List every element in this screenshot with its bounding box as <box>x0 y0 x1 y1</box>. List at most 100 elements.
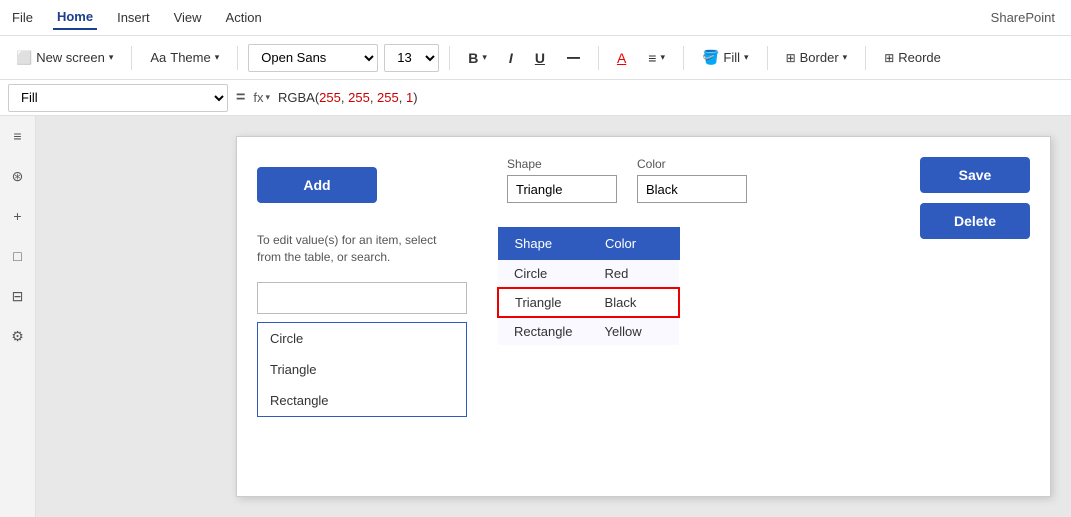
chevron-down-icon-6: ▾ <box>843 52 848 63</box>
font-size-select[interactable]: 13 <box>384 44 439 72</box>
chevron-down-icon: ▾ <box>109 52 114 63</box>
separator-7 <box>865 46 866 70</box>
data-table: Shape Color Circle Red Triangle Black Re… <box>497 227 680 345</box>
table-header-shape: Shape <box>498 228 589 260</box>
theme-icon: Aа <box>150 50 166 65</box>
formula-value: RGBA(255, 255, 255, 1) <box>278 90 418 105</box>
formula-property-select[interactable]: Fill <box>8 84 228 112</box>
sharepoint-label: SharePoint <box>991 10 1063 25</box>
form-area: Shape Color <box>507 157 747 203</box>
sidebar-add-icon[interactable]: + <box>6 204 30 228</box>
chevron-down-icon-7: ▾ <box>265 92 270 103</box>
menubar: File Home Insert View Action SharePoint <box>0 0 1071 36</box>
table-cell-color-selected: Black <box>589 288 680 317</box>
rgba-g: 255 <box>348 90 370 105</box>
separator-2 <box>237 46 238 70</box>
menu-home[interactable]: Home <box>53 5 97 30</box>
chevron-down-icon-5: ▾ <box>744 52 749 63</box>
table-header-color: Color <box>589 228 680 260</box>
align-button[interactable]: ≡ ▾ <box>640 46 673 70</box>
shape-form-group: Shape <box>507 157 617 203</box>
sidebar-settings-icon[interactable]: ⚙ <box>6 324 30 348</box>
fill-button[interactable]: 🪣 Fill ▾ <box>694 45 757 70</box>
separator-5 <box>683 46 684 70</box>
chevron-down-icon-4: ▾ <box>660 52 665 63</box>
strikethrough-button[interactable]: — <box>559 46 588 69</box>
separator-4 <box>598 46 599 70</box>
fill-label: Fill <box>723 50 740 65</box>
list-item-triangle[interactable]: Triangle <box>258 354 466 385</box>
underline-button[interactable]: U <box>527 46 553 70</box>
menu-insert[interactable]: Insert <box>113 6 154 29</box>
menu-file[interactable]: File <box>8 6 37 29</box>
bold-label: B <box>468 50 478 66</box>
chevron-down-icon-2: ▾ <box>215 52 220 63</box>
table-cell-color: Red <box>589 260 680 289</box>
font-select[interactable]: Open Sans <box>248 44 378 72</box>
border-label: Border <box>800 50 839 65</box>
theme-label: Theme <box>170 50 210 65</box>
rgba-r: 255 <box>319 90 341 105</box>
table-row[interactable]: Circle Red <box>498 260 679 289</box>
app-canvas: Add Shape Color Save Delete To edit val <box>236 136 1051 497</box>
sidebar-media-icon[interactable]: ⊟ <box>6 284 30 308</box>
border-button[interactable]: ⊞ Border ▾ <box>778 46 856 69</box>
fx-label: fx ▾ <box>253 90 270 105</box>
color-input[interactable] <box>637 175 747 203</box>
table-row[interactable]: Rectangle Yellow <box>498 317 679 345</box>
reorder-label: Reorde <box>898 50 941 65</box>
sidebar-layers-icon[interactable]: ⊛ <box>6 164 30 188</box>
list-item-circle[interactable]: Circle <box>258 323 466 354</box>
color-label: Color <box>637 157 747 171</box>
dropdown-list: Circle Triangle Rectangle <box>257 322 467 417</box>
font-color-button[interactable]: A <box>609 46 634 70</box>
sidebar-data-icon[interactable]: □ <box>6 244 30 268</box>
bold-button[interactable]: B ▾ <box>460 46 495 70</box>
rgba-a: 1 <box>406 90 413 105</box>
search-input[interactable] <box>257 282 467 314</box>
new-screen-button[interactable]: ⬜ New screen ▾ <box>8 46 121 70</box>
list-item-rectangle[interactable]: Rectangle <box>258 385 466 416</box>
reorder-icon: ⊞ <box>884 51 894 65</box>
menu-view[interactable]: View <box>170 6 206 29</box>
delete-button[interactable]: Delete <box>920 203 1030 239</box>
toolbar: ⬜ New screen ▾ Aа Theme ▾ Open Sans 13 B… <box>0 36 1071 80</box>
border-icon: ⊞ <box>786 51 796 65</box>
action-buttons: Save Delete <box>920 157 1030 239</box>
underline-label: U <box>535 50 545 66</box>
instruction-text: To edit value(s) for an item, select fro… <box>257 232 457 266</box>
chevron-down-icon-3: ▾ <box>482 52 487 63</box>
new-screen-icon: ⬜ <box>16 50 32 66</box>
menu-action[interactable]: Action <box>222 6 266 29</box>
formula-bar: Fill = fx ▾ RGBA(255, 255, 255, 1) <box>0 80 1071 116</box>
new-screen-label: New screen <box>36 50 105 65</box>
separator-1 <box>131 46 132 70</box>
instruction-line1: To edit value(s) for an item, select <box>257 233 436 247</box>
table-row-selected[interactable]: Triangle Black <box>498 288 679 317</box>
menubar-left: File Home Insert View Action <box>8 5 266 30</box>
shape-input[interactable] <box>507 175 617 203</box>
app-content: Add Shape Color Save Delete To edit val <box>237 137 1050 496</box>
table-cell-shape: Circle <box>498 260 589 289</box>
italic-label: I <box>509 50 513 66</box>
fx-text: fx <box>253 90 263 105</box>
instruction-line2: from the table, or search. <box>257 250 390 264</box>
sidebar-hamburger-icon[interactable]: ≡ <box>6 124 30 148</box>
table-cell-color-3: Yellow <box>589 317 680 345</box>
separator-6 <box>767 46 768 70</box>
equals-sign: = <box>236 89 245 107</box>
table-cell-shape-selected: Triangle <box>498 288 589 317</box>
rgba-b: 255 <box>377 90 399 105</box>
fill-icon: 🪣 <box>702 49 719 66</box>
font-color-icon: A <box>617 50 626 66</box>
italic-button[interactable]: I <box>501 46 521 70</box>
align-icon: ≡ <box>648 50 656 66</box>
canvas-area: Add Shape Color Save Delete To edit val <box>36 116 1071 517</box>
add-button[interactable]: Add <box>257 167 377 203</box>
separator-3 <box>449 46 450 70</box>
theme-button[interactable]: Aа Theme ▾ <box>142 46 227 69</box>
left-sidebar: ≡ ⊛ + □ ⊟ ⚙ <box>0 116 36 517</box>
save-button[interactable]: Save <box>920 157 1030 193</box>
reorder-button[interactable]: ⊞ Reorde <box>876 46 949 69</box>
strikethrough-icon: — <box>567 50 580 65</box>
